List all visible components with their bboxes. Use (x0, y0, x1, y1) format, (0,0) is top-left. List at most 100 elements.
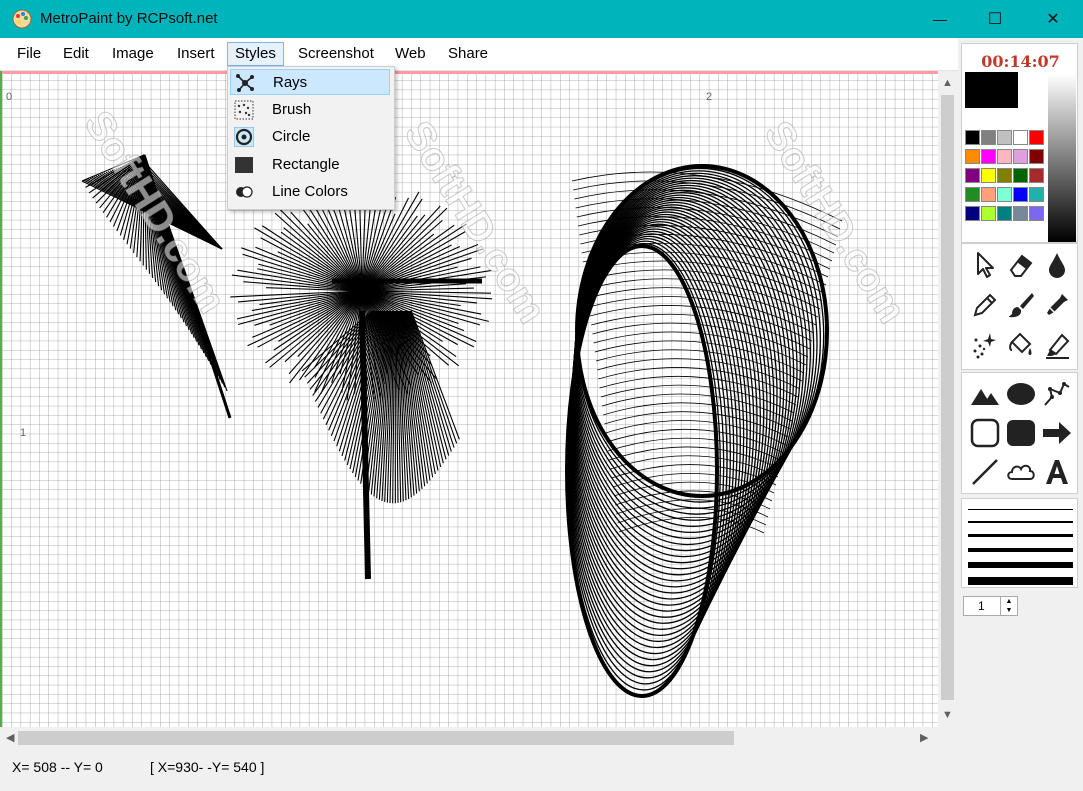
circle-target-icon (234, 127, 254, 147)
line-width-1[interactable] (968, 509, 1073, 510)
highlighter-tool[interactable] (1040, 328, 1074, 362)
text-icon (1046, 460, 1068, 484)
palette-swatch[interactable] (997, 206, 1012, 221)
palette-swatch[interactable] (997, 149, 1012, 164)
palette-swatch[interactable] (1013, 206, 1028, 221)
palette-swatch[interactable] (981, 130, 996, 145)
ellipse-icon (1007, 383, 1035, 405)
ruler-mark-2: 2 (706, 91, 713, 103)
styles-menu-rays-label: Rays (273, 74, 308, 91)
horizontal-scroll-thumb[interactable] (18, 731, 734, 745)
ellipse-tool[interactable] (1004, 377, 1038, 411)
polyline-tool[interactable] (1040, 377, 1074, 411)
palette-swatch[interactable] (1029, 130, 1044, 145)
spray-tool[interactable] (968, 328, 1002, 362)
highlighter-icon (1046, 333, 1070, 359)
palette-swatch[interactable] (965, 206, 980, 221)
brush-dots-icon (234, 100, 254, 120)
palette-swatch[interactable] (997, 187, 1012, 202)
line-width-spinner[interactable]: 1 ▲ ▼ (963, 596, 1018, 616)
palette-swatch[interactable] (1029, 149, 1044, 164)
menu-bar: File Edit Image Insert Styles Screenshot… (0, 38, 960, 71)
scroll-up-icon[interactable]: ▲ (942, 77, 953, 89)
eraser-tool[interactable] (1004, 248, 1038, 282)
pencil-icon (973, 293, 997, 317)
rectangle-icon (235, 157, 253, 173)
horizontal-scrollbar[interactable]: ◀ ▶ (0, 727, 938, 749)
rounded-square-filled-icon (1007, 420, 1035, 446)
drop-icon (1049, 253, 1065, 278)
fill-tool[interactable] (1004, 328, 1038, 362)
scroll-left-icon[interactable]: ◀ (6, 731, 14, 744)
brightness-gradient[interactable] (1048, 74, 1076, 242)
menu-image[interactable]: Image (105, 42, 161, 66)
rounded-rect-filled-tool[interactable] (1004, 416, 1038, 450)
palette-swatch[interactable] (997, 130, 1012, 145)
menu-share[interactable]: Share (441, 42, 495, 66)
ruler-mark-0: 0 (6, 91, 13, 103)
line-width-6[interactable] (968, 577, 1073, 585)
pointer-tool[interactable] (968, 248, 1002, 282)
menu-screenshot[interactable]: Screenshot (291, 42, 381, 66)
menu-insert[interactable]: Insert (170, 42, 222, 66)
palette-swatch[interactable] (981, 149, 996, 164)
arrow-tool[interactable] (1040, 416, 1074, 450)
line-tool[interactable] (968, 455, 1002, 489)
styles-menu-rectangle[interactable]: Rectangle (230, 152, 390, 178)
dropper-tool[interactable] (1040, 288, 1074, 322)
palette-swatch[interactable] (965, 130, 980, 145)
close-button[interactable]: ✕ (1030, 0, 1076, 38)
secondary-color-swatch[interactable] (1020, 72, 1050, 108)
rounded-rect-outline-tool[interactable] (968, 416, 1002, 450)
tool-panel: 00:14:07 1 ▲ ▼ (958, 38, 1083, 749)
line-width-value: 1 (978, 599, 985, 613)
line-width-3[interactable] (968, 534, 1073, 537)
menu-file[interactable]: File (10, 42, 48, 66)
line-width-2[interactable] (968, 521, 1073, 523)
styles-menu-brush[interactable]: Brush (230, 97, 390, 123)
brush-tool[interactable] (1004, 288, 1038, 322)
palette-swatch[interactable] (1013, 130, 1028, 145)
menu-edit[interactable]: Edit (56, 42, 96, 66)
palette-swatch[interactable] (981, 206, 996, 221)
cloud-tool[interactable] (1004, 455, 1038, 489)
maximize-button[interactable]: ☐ (972, 0, 1018, 38)
line-width-5[interactable] (968, 562, 1073, 568)
drop-tool[interactable] (1040, 248, 1074, 282)
styles-menu-rectangle-label: Rectangle (272, 156, 340, 173)
palette-swatch[interactable] (965, 149, 980, 164)
palette-swatch[interactable] (1013, 168, 1028, 183)
primary-color-swatch[interactable] (965, 72, 1018, 108)
palette-swatch[interactable] (997, 168, 1012, 183)
palette-swatch[interactable] (965, 187, 980, 202)
vertical-scroll-thumb[interactable] (941, 95, 954, 700)
palette-swatch[interactable] (981, 187, 996, 202)
spinner-arrows[interactable]: ▲ ▼ (1000, 597, 1017, 615)
menu-web[interactable]: Web (388, 42, 433, 66)
text-tool[interactable] (1040, 455, 1074, 489)
styles-menu-circle[interactable]: Circle (230, 124, 390, 150)
polyline-icon (1044, 382, 1070, 406)
menu-styles[interactable]: Styles (227, 42, 284, 66)
line-width-4[interactable] (968, 548, 1073, 552)
palette-swatch[interactable] (965, 168, 980, 183)
eraser-icon (1009, 254, 1033, 277)
styles-menu-line-colors[interactable]: Line Colors (230, 179, 390, 205)
minimize-button[interactable]: — (917, 0, 963, 38)
palette-swatch[interactable] (1029, 187, 1044, 202)
styles-dropdown-menu: Rays Brush Circle Rectangle Line Colors (227, 66, 395, 210)
palette-swatch[interactable] (1013, 187, 1028, 202)
palette-swatch[interactable] (1013, 149, 1028, 164)
vertical-scrollbar[interactable]: ▲ ▼ (938, 71, 957, 727)
palette-swatch[interactable] (1029, 206, 1044, 221)
palette-swatch[interactable] (981, 168, 996, 183)
styles-menu-rays[interactable]: Rays (230, 69, 390, 95)
scroll-right-icon[interactable]: ▶ (920, 731, 928, 744)
drawing-canvas[interactable]: 0 2 1 (0, 71, 940, 727)
scroll-down-icon[interactable]: ▼ (942, 709, 953, 721)
window-title: MetroPaint by RCPsoft.net (40, 10, 218, 27)
styles-menu-line-colors-label: Line Colors (272, 183, 348, 200)
triangle-tool[interactable] (968, 377, 1002, 411)
pencil-tool[interactable] (968, 288, 1002, 322)
palette-swatch[interactable] (1029, 168, 1044, 183)
